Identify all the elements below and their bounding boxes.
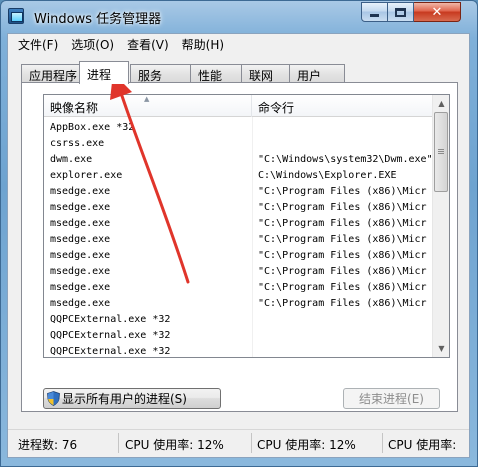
scroll-thumb[interactable]: [434, 112, 448, 192]
command-line-cell: "C:\Program Files (x86)\Micr: [258, 266, 427, 277]
process-name-cell: msedge.exe: [50, 298, 111, 309]
table-row[interactable]: QQPCExternal.exe *32: [44, 328, 432, 344]
command-line-cell: "C:\Program Files (x86)\Micr: [258, 298, 427, 309]
process-list[interactable]: 映像名称 ▲ 命令行 AppBox.exe *32 csrss.exe dwm.ex…: [43, 94, 450, 358]
column-header-command-line[interactable]: 命令行: [252, 95, 432, 117]
process-name-cell: QQPCExternal.exe *32: [50, 346, 171, 357]
command-line-cell: "C:\Program Files (x86)\Micr: [258, 218, 427, 229]
table-row[interactable]: explorer.exe C:\Windows\Explorer.EXE: [44, 168, 432, 184]
process-name-cell: msedge.exe: [50, 250, 111, 261]
status-cpu-usage: CPU 使用率: 1: [388, 438, 458, 452]
window-title: Windows 任务管理器: [34, 12, 162, 27]
table-row[interactable]: csrss.exe: [44, 136, 432, 152]
process-name-cell: QQPCExternal.exe *32: [50, 314, 171, 325]
vertical-scrollbar[interactable]: ▲ ▼: [432, 95, 449, 357]
minimize-button[interactable]: [361, 2, 388, 22]
status-cpu-usage: CPU 使用率: 12%: [257, 438, 356, 452]
process-name-cell: msedge.exe: [50, 234, 111, 245]
table-row[interactable]: dwm.exe "C:\Windows\system32\Dwm.exe": [44, 152, 432, 168]
process-name-cell: explorer.exe: [50, 170, 123, 181]
uac-shield-icon: [47, 391, 60, 406]
process-name-cell: dwm.exe: [50, 154, 93, 165]
table-row[interactable]: msedge.exe "C:\Program Files (x86)\Micr: [44, 232, 432, 248]
minimize-icon: [370, 13, 379, 17]
menu-options[interactable]: 选项(O): [71, 36, 114, 53]
menu-file[interactable]: 文件(F): [18, 36, 58, 53]
close-button[interactable]: ✕: [414, 2, 461, 22]
tab-processes[interactable]: 进程: [79, 61, 129, 84]
command-line-cell: "C:\Program Files (x86)\Micr: [258, 234, 427, 245]
scroll-up-icon[interactable]: ▲: [433, 95, 449, 112]
scroll-down-icon[interactable]: ▼: [433, 340, 449, 357]
table-row[interactable]: msedge.exe "C:\Program Files (x86)\Micr: [44, 296, 432, 312]
window-body: 文件(F) 选项(O) 查看(V) 帮助(H) 应用程序 进程 服务 性能 联网…: [7, 33, 470, 458]
tab-applications[interactable]: 应用程序: [21, 64, 80, 83]
title-bar[interactable]: Windows 任务管理器 ✕: [0, 0, 478, 34]
status-separator: [382, 433, 383, 453]
task-manager-icon: [8, 8, 24, 24]
maximize-icon: [395, 7, 406, 17]
table-row[interactable]: msedge.exe "C:\Program Files (x86)\Micr: [44, 200, 432, 216]
tab-strip: 应用程序 进程 服务 性能 联网 用户: [21, 61, 461, 84]
status-separator: [251, 433, 252, 453]
table-row[interactable]: QQPCExternal.exe *32: [44, 312, 432, 328]
command-line-cell: "C:\Windows\system32\Dwm.exe": [258, 154, 432, 165]
menu-bar: 文件(F) 选项(O) 查看(V) 帮助(H): [8, 34, 469, 54]
show-all-users-button[interactable]: 显示所有用户的进程(S): [43, 388, 221, 409]
command-line-cell: "C:\Program Files (x86)\Micr: [258, 250, 427, 261]
menu-help[interactable]: 帮助(H): [182, 36, 224, 53]
status-cpu-usage: CPU 使用率: 12%: [125, 438, 224, 452]
processes-panel: 映像名称 ▲ 命令行 AppBox.exe *32 csrss.exe dwm.ex…: [21, 82, 458, 412]
process-name-cell: msedge.exe: [50, 186, 111, 197]
tab-users[interactable]: 用户: [289, 64, 345, 83]
status-process-count: 进程数: 76: [18, 438, 78, 452]
column-header-image-name[interactable]: 映像名称 ▲: [44, 95, 252, 117]
command-line-cell: "C:\Program Files (x86)\Micr: [258, 282, 427, 293]
maximize-button[interactable]: [388, 2, 414, 22]
table-row[interactable]: msedge.exe "C:\Program Files (x86)\Micr: [44, 280, 432, 296]
process-name-cell: csrss.exe: [50, 138, 105, 149]
list-header: 映像名称 ▲ 命令行: [44, 95, 432, 117]
sort-ascending-icon: ▲: [144, 95, 150, 103]
end-process-button[interactable]: 结束进程(E): [343, 388, 440, 409]
command-line-cell: "C:\Program Files (x86)\Micr: [258, 202, 427, 213]
status-separator: [118, 433, 119, 453]
command-line-cell: "C:\Program Files (x86)\Micr: [258, 186, 427, 197]
table-row[interactable]: msedge.exe "C:\Program Files (x86)\Micr: [44, 264, 432, 280]
table-row[interactable]: QQPCExternal.exe *32: [44, 344, 432, 357]
status-bar: 进程数: 76 CPU 使用率: 12% CPU 使用率: 12% CPU 使用…: [8, 429, 469, 457]
column-label-image-name: 映像名称: [50, 101, 99, 115]
menu-view[interactable]: 查看(V): [127, 36, 169, 53]
process-rows: AppBox.exe *32 csrss.exe dwm.exe "C:\Window…: [44, 120, 432, 357]
scroll-grip-icon: [438, 149, 444, 150]
tab-networking[interactable]: 联网: [241, 64, 294, 83]
close-icon: ✕: [431, 4, 443, 20]
process-name-cell: msedge.exe: [50, 266, 111, 277]
process-name-cell: msedge.exe: [50, 218, 111, 229]
command-line-cell: C:\Windows\Explorer.EXE: [258, 170, 397, 181]
table-row[interactable]: AppBox.exe *32: [44, 120, 432, 136]
process-name-cell: AppBox.exe *32: [50, 122, 135, 133]
table-row[interactable]: msedge.exe "C:\Program Files (x86)\Micr: [44, 216, 432, 232]
tab-services[interactable]: 服务: [130, 64, 199, 83]
process-name-cell: QQPCExternal.exe *32: [50, 330, 171, 341]
table-row[interactable]: msedge.exe "C:\Program Files (x86)\Micr: [44, 184, 432, 200]
process-name-cell: msedge.exe: [50, 282, 111, 293]
show-all-users-label: 显示所有用户的进程(S): [62, 392, 187, 406]
table-row[interactable]: msedge.exe "C:\Program Files (x86)\Micr: [44, 248, 432, 264]
process-name-cell: msedge.exe: [50, 202, 111, 213]
